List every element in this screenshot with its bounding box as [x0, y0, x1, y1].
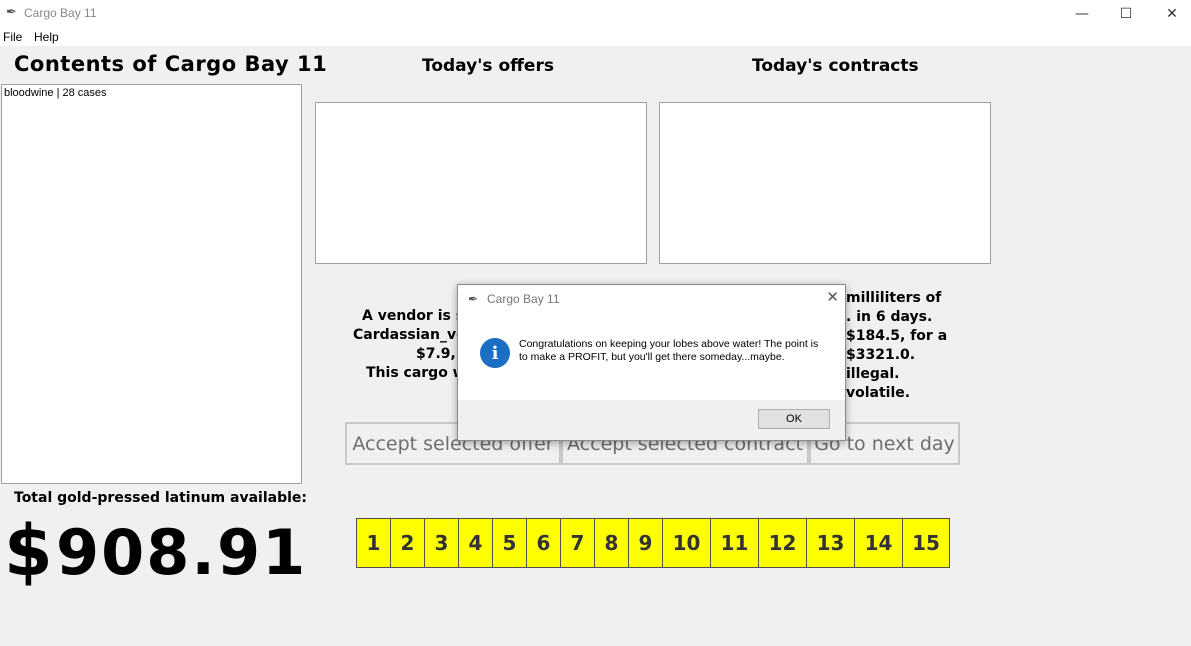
day-button-5[interactable]: 5 — [492, 518, 526, 568]
day-button-6[interactable]: 6 — [526, 518, 560, 568]
day-button-10[interactable]: 10 — [662, 518, 710, 568]
contract-desc-line: volatile. — [846, 385, 911, 401]
latinum-symbol: $ — [4, 510, 53, 592]
contract-desc-line: . in 6 days. — [846, 309, 933, 325]
day-selector: 1 2 3 4 5 6 7 8 9 10 11 12 13 14 15 — [356, 518, 950, 568]
day-button-12[interactable]: 12 — [758, 518, 806, 568]
day-button-11[interactable]: 11 — [710, 518, 758, 568]
feather-icon: ✒ — [468, 292, 479, 306]
window-title: Cargo Bay 11 — [24, 6, 97, 20]
day-button-1[interactable]: 1 — [356, 518, 390, 568]
offer-desc-line: Cardassian_vo — [353, 327, 466, 343]
contracts-title: Today's contracts — [752, 56, 919, 76]
cargo-list[interactable]: bloodwine | 28 cases — [1, 84, 302, 484]
cargo-item[interactable]: bloodwine | 28 cases — [4, 87, 107, 99]
info-icon: i — [480, 338, 510, 368]
contracts-list[interactable] — [659, 102, 991, 264]
menu-file[interactable]: File — [3, 30, 22, 44]
offer-desc-line: This cargo w — [366, 365, 466, 381]
maximize-button[interactable]: ☐ — [1103, 0, 1149, 28]
dialog-message: Congratulations on keeping your lobes ab… — [519, 338, 819, 363]
day-button-14[interactable]: 14 — [854, 518, 902, 568]
contract-desc-line: $184.5, for a — [846, 328, 948, 344]
close-button[interactable]: ✕ — [1149, 0, 1191, 28]
title-bar: ✒ Cargo Bay 11 — ☐ ✕ — [0, 0, 1191, 28]
cargo-title: Contents of Cargo Bay 11 — [14, 52, 328, 76]
latinum-label: Total gold-pressed latinum available: — [14, 490, 307, 506]
minimize-button[interactable]: — — [1059, 0, 1105, 28]
latinum-amount: 908.91 — [56, 516, 308, 589]
day-button-13[interactable]: 13 — [806, 518, 854, 568]
day-button-8[interactable]: 8 — [594, 518, 628, 568]
contract-desc-line: milliliters of — [846, 290, 942, 306]
dialog-body: ✒ Cargo Bay 11 ✕ i Congratulations on ke… — [458, 285, 845, 400]
offers-title: Today's offers — [422, 56, 554, 76]
day-button-7[interactable]: 7 — [560, 518, 594, 568]
info-dialog: ✒ Cargo Bay 11 ✕ i Congratulations on ke… — [457, 284, 846, 441]
dialog-close-icon[interactable]: ✕ — [826, 288, 839, 306]
offers-list[interactable] — [315, 102, 647, 264]
day-button-3[interactable]: 3 — [424, 518, 458, 568]
feather-icon: ✒ — [6, 5, 17, 20]
menu-bar: File Help — [0, 28, 1191, 46]
day-button-2[interactable]: 2 — [390, 518, 424, 568]
day-button-15[interactable]: 15 — [902, 518, 950, 568]
contract-desc-line: illegal. — [846, 366, 900, 382]
contract-desc-line: $3321.0. — [846, 347, 916, 363]
ok-button[interactable]: OK — [758, 409, 830, 429]
dialog-title: Cargo Bay 11 — [487, 292, 560, 306]
menu-help[interactable]: Help — [34, 30, 59, 44]
day-button-4[interactable]: 4 — [458, 518, 492, 568]
day-button-9[interactable]: 9 — [628, 518, 662, 568]
